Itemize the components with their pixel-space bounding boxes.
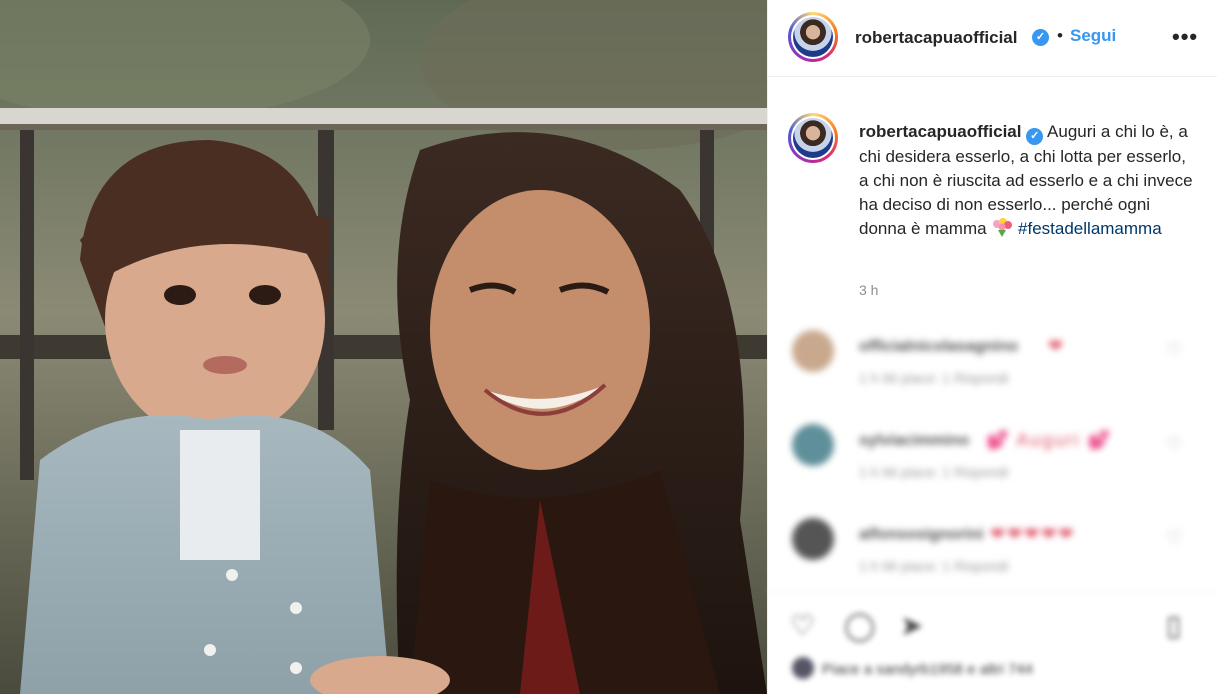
flower-bouquet-icon bbox=[993, 218, 1013, 237]
comment-item: sylviacimmino 💕 Auguri 💕 1 h Mi piace: 1… bbox=[768, 424, 1217, 514]
comment-username[interactable]: sylviacimmino bbox=[859, 432, 969, 450]
comment-like-icon[interactable]: ♡ bbox=[1166, 528, 1182, 549]
post-header: robertacapuaofficial ✓ • Segui ••• bbox=[768, 0, 1217, 77]
comment-meta[interactable]: 1 h Mi piace: 1 Rispondi bbox=[859, 370, 1008, 386]
caption-text: robertacapuaofficial ✓ Auguri a chi lo è… bbox=[859, 120, 1199, 241]
comment-text: ❤ bbox=[1048, 336, 1066, 356]
post-detail-panel: robertacapuaofficial ✓ • Segui ••• rober… bbox=[767, 0, 1217, 694]
post-photo-illustration bbox=[0, 0, 767, 694]
bookmark-icon[interactable]: ▯ bbox=[1166, 609, 1181, 642]
caption-verified-badge-icon: ✓ bbox=[1026, 128, 1044, 145]
comment-avatar[interactable] bbox=[792, 518, 834, 560]
comment-meta[interactable]: 1 h Mi piace: 1 Rispondi bbox=[859, 464, 1008, 480]
caption-username[interactable]: robertacapuaofficial bbox=[859, 122, 1022, 141]
comment-username[interactable]: alfonsosignorini bbox=[859, 526, 983, 544]
header-username[interactable]: robertacapuaofficial bbox=[855, 28, 1018, 48]
hashtag-link[interactable]: #festadellamamma bbox=[1018, 219, 1162, 238]
avatar[interactable] bbox=[788, 12, 838, 62]
heart-icon[interactable]: ♡ bbox=[790, 609, 815, 642]
caption-avatar[interactable] bbox=[788, 113, 838, 163]
liker-avatar bbox=[792, 657, 814, 679]
comment-text: 💕 Auguri 💕 bbox=[986, 430, 1112, 450]
more-options-icon[interactable]: ••• bbox=[1172, 24, 1198, 50]
follow-button[interactable]: Segui bbox=[1070, 26, 1116, 46]
share-icon[interactable]: ➤ bbox=[900, 609, 923, 642]
post-actions: ♡ ◯ ➤ ▯ Piace a sandyrb1958 e altri 744 bbox=[768, 590, 1217, 694]
verified-badge-icon: ✓ bbox=[1032, 29, 1049, 46]
likes-text: Piace a sandyrb1958 e altri 744 bbox=[822, 661, 1033, 678]
likes-summary[interactable]: Piace a sandyrb1958 e altri 744 bbox=[792, 657, 1033, 679]
post-photo[interactable] bbox=[0, 0, 767, 694]
comment-like-icon[interactable]: ♡ bbox=[1166, 340, 1182, 361]
comment-meta[interactable]: 1 h Mi piace: 1 Rispondi bbox=[859, 558, 1008, 574]
comment-icon[interactable]: ◯ bbox=[844, 609, 875, 642]
comment-like-icon[interactable]: ♡ bbox=[1166, 434, 1182, 455]
comment-avatar[interactable] bbox=[792, 424, 834, 466]
comment-username[interactable]: officialnicolasagnino bbox=[859, 338, 1018, 356]
comment-item: officialnicolasagnino ❤ 1 h Mi piace: 1 … bbox=[768, 330, 1217, 420]
comment-text: ❤❤❤❤❤ bbox=[990, 524, 1076, 544]
follow-separator: • bbox=[1057, 26, 1063, 45]
caption-timestamp: 3 h bbox=[859, 282, 879, 298]
comment-avatar[interactable] bbox=[792, 330, 834, 372]
